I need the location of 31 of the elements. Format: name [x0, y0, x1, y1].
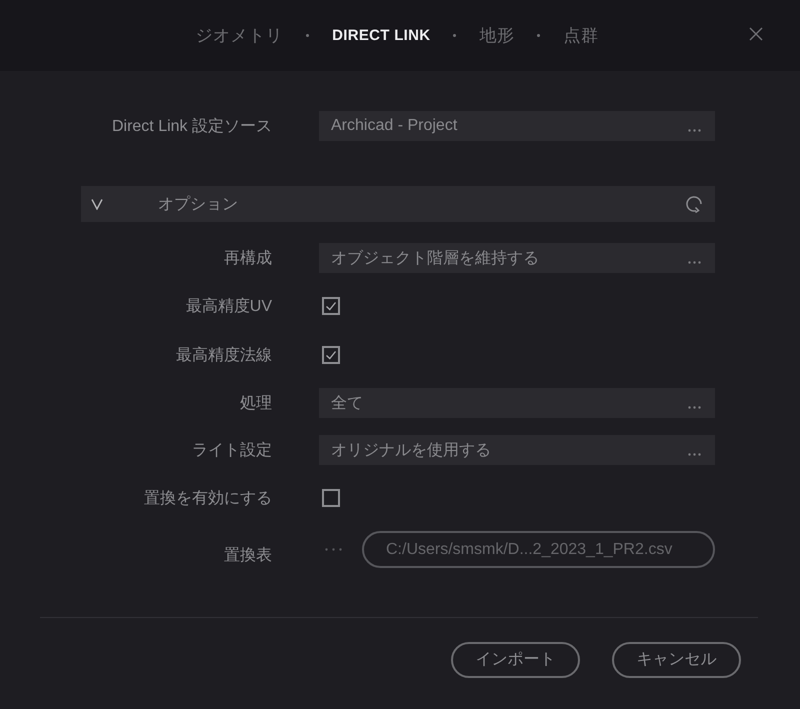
- field-label: 最高精度法線: [175, 346, 272, 366]
- field-label: 置換を有効にする: [143, 488, 272, 508]
- field-label: 置換表: [223, 546, 272, 566]
- checkbox[interactable]: [322, 346, 340, 364]
- field-label: 再構成: [223, 248, 272, 268]
- ellipsis-icon[interactable]: [688, 406, 701, 408]
- dropdown-field[interactable]: オブジェクト階層を維持する: [319, 243, 715, 273]
- dropdown-field[interactable]: Archicad - Project: [319, 111, 715, 141]
- tab[interactable]: DIRECT LINK: [332, 27, 430, 44]
- close-icon[interactable]: [749, 27, 763, 41]
- field-label: ライト設定: [191, 440, 272, 460]
- ellipsis-icon[interactable]: [688, 128, 701, 132]
- checkbox[interactable]: [322, 489, 340, 507]
- tab[interactable]: 点群: [563, 24, 598, 47]
- checkbox[interactable]: [322, 297, 340, 315]
- field-label: 処理: [239, 394, 272, 414]
- field-label: 最高精度UV: [184, 296, 272, 316]
- tab[interactable]: 地形: [479, 24, 514, 47]
- chevron-icon[interactable]: [91, 198, 103, 210]
- field-label: Direct Link 設定ソース: [110, 116, 272, 136]
- ellipsis-icon[interactable]: [688, 452, 701, 456]
- dropdown-field[interactable]: 全て: [319, 388, 715, 418]
- dialog-button[interactable]: キャンセル: [612, 642, 741, 678]
- tab[interactable]: ジオメトリ: [196, 24, 284, 47]
- ellipsis-icon[interactable]: [325, 548, 342, 551]
- dropdown-field[interactable]: オリジナルを使用する: [319, 435, 715, 465]
- dialog-button[interactable]: インポート: [451, 642, 580, 678]
- section-title: オプション: [158, 194, 239, 214]
- ellipsis-icon[interactable]: [688, 260, 701, 264]
- refresh-icon[interactable]: [685, 195, 703, 213]
- section-header[interactable]: オプション: [81, 186, 715, 222]
